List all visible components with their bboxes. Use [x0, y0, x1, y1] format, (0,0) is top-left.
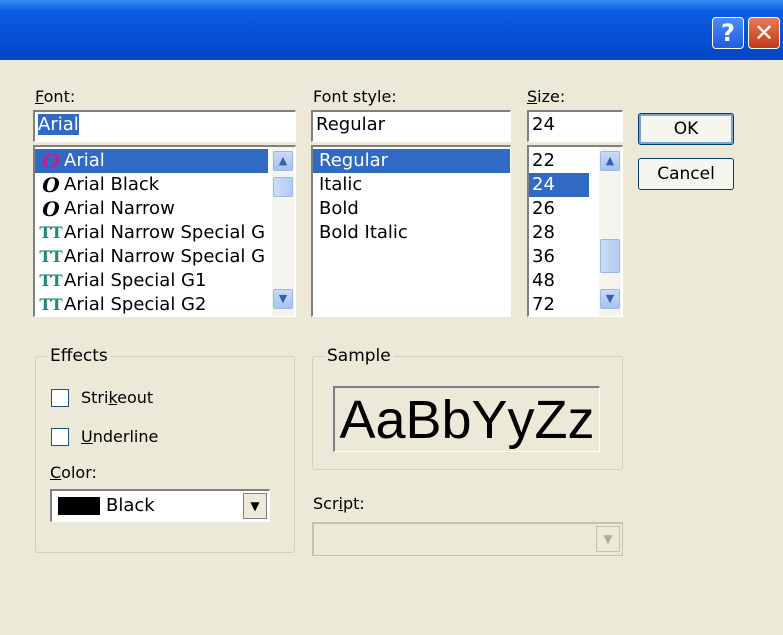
strikeout-checkbox[interactable] [51, 389, 69, 407]
font-list[interactable]: O Arial O Arial Black O Arial Narrow TTArial N… [33, 145, 296, 317]
help-button[interactable]: ? [712, 17, 744, 49]
font-list-item-label: Arial Special G2 [64, 294, 207, 315]
size-list-item[interactable]: 48 [529, 269, 589, 293]
script-select: ▼ [312, 522, 623, 556]
font-list-item-label: Arial Narrow Special G [64, 222, 266, 243]
font-style-input[interactable]: Regular [311, 110, 511, 142]
size-list-item[interactable]: 24 [529, 173, 589, 197]
font-style-list[interactable]: Regular Italic Bold Bold Italic [311, 145, 511, 317]
close-button[interactable]: ✕ [748, 17, 780, 49]
underline-label[interactable]: Underline [81, 428, 158, 446]
chevron-down-icon[interactable]: ▼ [243, 493, 267, 519]
opentype-icon: O [42, 173, 60, 197]
chevron-down-icon: ▼ [596, 526, 620, 552]
scroll-up-icon[interactable]: ▲ [600, 151, 620, 171]
scroll-thumb[interactable] [600, 239, 620, 273]
truetype-icon: TT [39, 295, 63, 314]
font-list-item[interactable]: TTArial Special G1 [35, 269, 268, 293]
color-swatch [58, 497, 100, 515]
font-list-item[interactable]: O Arial [35, 149, 268, 173]
font-list-item-label: Arial Narrow Special G [64, 246, 266, 267]
font-list-item-label: Arial Black [64, 174, 160, 195]
font-list-item[interactable]: O Arial Narrow [35, 197, 268, 221]
font-list-scrollbar[interactable]: ▲ ▼ [272, 147, 294, 316]
effects-legend: Effects [47, 347, 111, 365]
size-list-item[interactable]: 26 [529, 197, 589, 221]
font-style-list-item[interactable]: Bold Italic [313, 221, 510, 245]
script-label: Script: [313, 494, 365, 513]
opentype-icon: O [42, 149, 60, 173]
truetype-icon: TT [39, 247, 63, 266]
cancel-button[interactable]: Cancel [638, 158, 734, 190]
color-label: Color: [50, 463, 97, 482]
ok-button[interactable]: OK [638, 113, 734, 145]
size-input-text: 24 [532, 114, 555, 135]
scroll-down-icon[interactable]: ▼ [273, 289, 293, 309]
truetype-icon: TT [39, 271, 63, 290]
scroll-down-icon[interactable]: ▼ [600, 289, 620, 309]
font-style-list-item[interactable]: Bold [313, 197, 510, 221]
size-list[interactable]: 22 24 26 28 36 48 72 ▲ ▼ [527, 145, 623, 317]
size-list-item[interactable]: 22 [529, 149, 589, 173]
size-list-item[interactable]: 36 [529, 245, 589, 269]
sample-preview: AaBbYyZz [333, 386, 600, 452]
size-list-item[interactable]: 72 [529, 293, 589, 316]
scroll-up-icon[interactable]: ▲ [273, 151, 293, 171]
size-list-scrollbar[interactable]: ▲ ▼ [599, 147, 621, 316]
font-list-item-label: Arial Narrow [64, 198, 175, 219]
font-label: Font: [35, 87, 76, 106]
size-label: Size: [527, 87, 566, 106]
font-list-item[interactable]: TTArial Narrow Special G [35, 245, 268, 269]
font-style-input-text: Regular [316, 114, 386, 135]
font-list-item[interactable]: TTArial Special G2 [35, 293, 268, 316]
font-input-text: Arial [38, 114, 79, 135]
font-list-item[interactable]: TTArial Narrow Special G [35, 221, 268, 245]
font-style-list-item[interactable]: Regular [313, 149, 510, 173]
sample-legend: Sample [324, 347, 394, 365]
font-style-label: Font style: [313, 87, 397, 106]
font-list-item-label: Arial [64, 150, 105, 171]
font-list-item-label: Arial Special G1 [64, 270, 207, 291]
color-select-value: Black [106, 495, 155, 516]
size-list-item[interactable]: 28 [529, 221, 589, 245]
size-input[interactable]: 24 [527, 110, 623, 142]
truetype-icon: TT [39, 223, 63, 242]
underline-checkbox[interactable] [51, 428, 69, 446]
color-select[interactable]: Black ▼ [50, 489, 270, 522]
font-input[interactable]: Arial [33, 110, 296, 142]
scroll-thumb[interactable] [273, 177, 293, 197]
strikeout-label[interactable]: Strikeout [81, 389, 153, 407]
font-style-list-item[interactable]: Italic [313, 173, 510, 197]
opentype-icon: O [42, 197, 60, 221]
title-bar: ? ✕ [0, 0, 783, 60]
effects-group [35, 356, 295, 553]
font-list-item[interactable]: O Arial Black [35, 173, 268, 197]
